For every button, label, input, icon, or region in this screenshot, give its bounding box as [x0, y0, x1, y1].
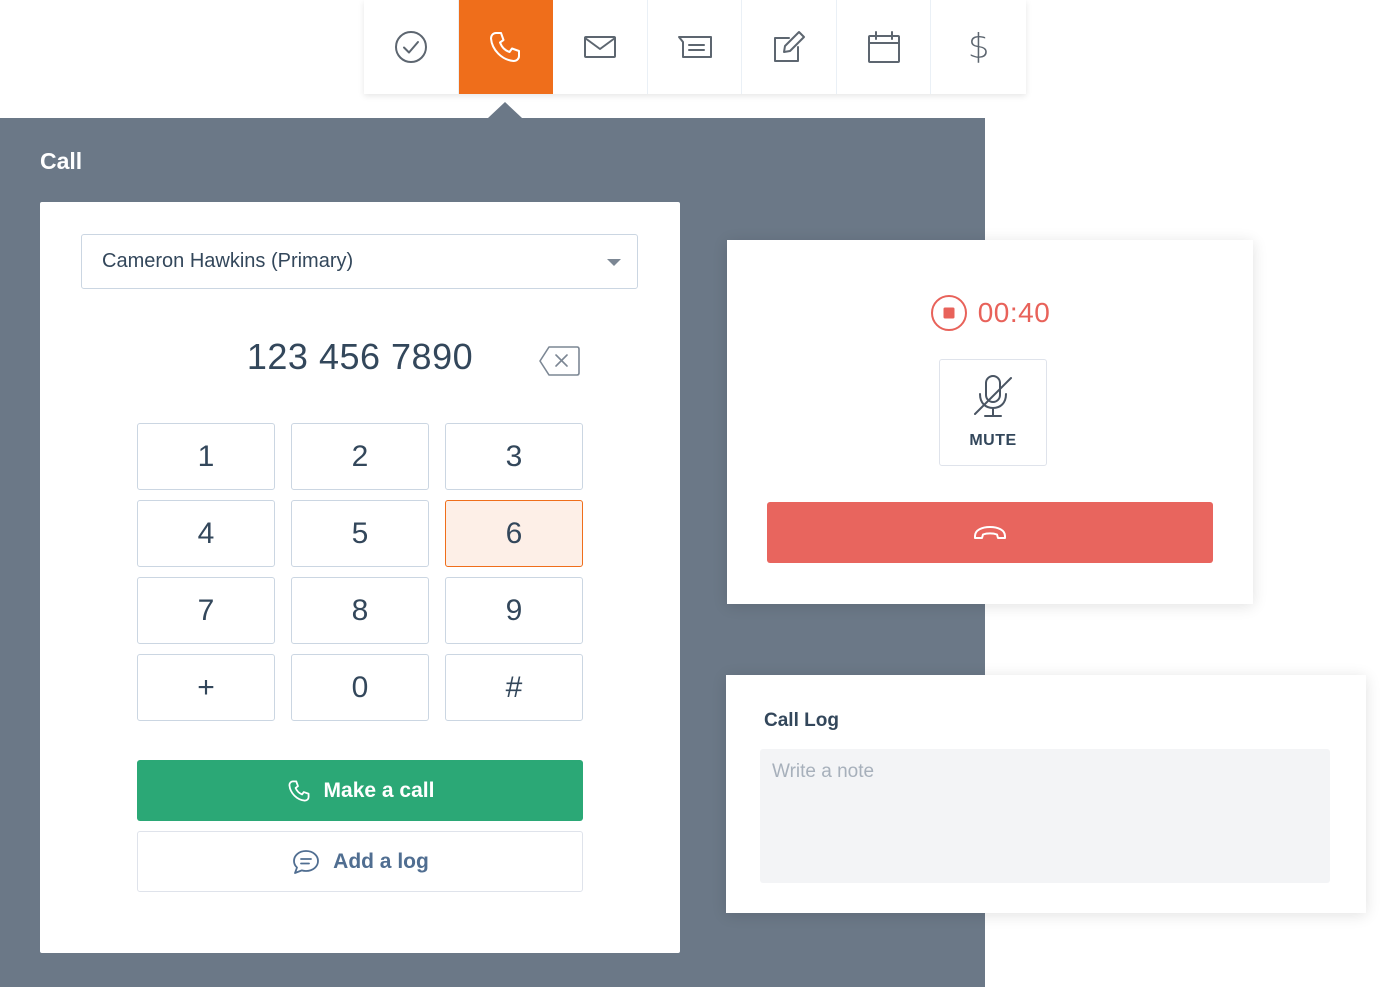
note-input[interactable]	[760, 749, 1330, 883]
key-hash[interactable]: #	[445, 654, 583, 721]
key-2[interactable]: 2	[291, 423, 429, 490]
call-log-card: Call Log	[726, 675, 1366, 913]
active-call-card: 00:40 MUTE	[727, 240, 1253, 604]
tool-ticket[interactable]	[647, 0, 743, 94]
make-call-label: Make a call	[323, 778, 435, 802]
tool-task[interactable]	[364, 0, 459, 94]
make-call-button[interactable]: Make a call	[137, 760, 583, 821]
dialer-card: Cameron Hawkins (Primary) 123 456 7890 1…	[40, 202, 680, 953]
key-4[interactable]: 4	[137, 500, 275, 567]
contact-select[interactable]: Cameron Hawkins (Primary)	[81, 234, 638, 289]
chat-bubble-icon	[293, 849, 320, 874]
key-1[interactable]: 1	[137, 423, 275, 490]
tool-email[interactable]	[553, 0, 648, 94]
add-log-label: Add a log	[333, 849, 429, 873]
call-log-title: Call Log	[764, 710, 839, 731]
key-6[interactable]: 6	[445, 500, 583, 567]
key-9[interactable]: 9	[445, 577, 583, 644]
key-7[interactable]: 7	[137, 577, 275, 644]
ticket-icon	[677, 36, 712, 58]
edit-icon	[774, 31, 806, 62]
active-tab-pointer	[488, 102, 522, 118]
phone-number-display: 123 456 7890	[246, 336, 474, 377]
call-panel-title: Call	[40, 148, 83, 174]
stop-recording-icon[interactable]	[930, 294, 968, 332]
hang-up-icon	[974, 525, 1006, 539]
key-8[interactable]: 8	[291, 577, 429, 644]
contact-select-value: Cameron Hawkins (Primary)	[102, 250, 354, 272]
key-5[interactable]: 5	[291, 500, 429, 567]
key-plus[interactable]: +	[137, 654, 275, 721]
hang-up-button[interactable]	[767, 502, 1213, 563]
call-timer-row: 00:40	[727, 294, 1253, 332]
chevron-down-icon	[607, 259, 621, 266]
backspace-button[interactable]	[538, 345, 580, 377]
backspace-icon	[539, 346, 580, 376]
envelope-icon	[583, 36, 616, 58]
tool-call[interactable]	[458, 0, 554, 94]
tool-deal[interactable]: $	[931, 0, 1027, 94]
tool-note[interactable]	[742, 0, 837, 94]
key-0[interactable]: 0	[291, 654, 429, 721]
key-3[interactable]: 3	[445, 423, 583, 490]
check-circle-icon	[394, 31, 427, 63]
add-log-button[interactable]: Add a log	[137, 831, 583, 892]
mute-button[interactable]: MUTE	[939, 359, 1047, 466]
call-timer: 00:40	[977, 297, 1051, 328]
calendar-icon	[867, 31, 900, 63]
dollar-icon: $	[967, 27, 990, 67]
phone-icon	[288, 780, 310, 801]
activity-toolbar: $	[364, 0, 1027, 94]
phone-icon	[490, 32, 521, 62]
tool-meeting[interactable]	[836, 0, 932, 94]
microphone-off-icon	[974, 374, 1012, 417]
mute-label: MUTE	[969, 431, 1017, 449]
